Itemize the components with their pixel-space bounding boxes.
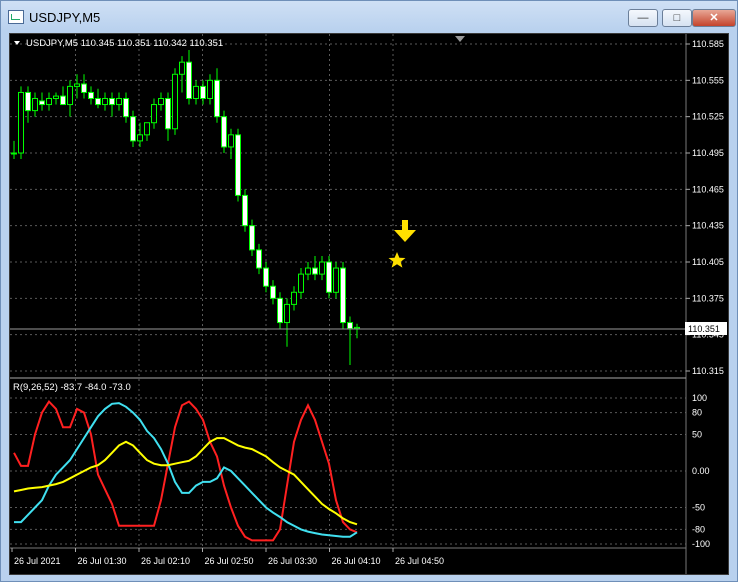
bullish-candle xyxy=(158,98,164,106)
price-tick-label: 110.495 xyxy=(692,148,724,158)
bearish-candle xyxy=(326,261,332,293)
bearish-candle xyxy=(123,98,129,118)
bullish-candle xyxy=(354,326,360,330)
bearish-candle xyxy=(95,98,101,106)
bullish-candle xyxy=(151,104,157,124)
bullish-candle xyxy=(18,91,24,154)
bullish-candle xyxy=(305,267,311,275)
price-tick-label: 110.525 xyxy=(692,112,724,122)
indicator-tick-label: 50 xyxy=(692,430,702,440)
bullish-candle xyxy=(144,122,150,136)
close-button[interactable]: ✕ xyxy=(692,9,736,27)
time-tick-label: 26 Jul 02:10 xyxy=(141,556,190,566)
indicator-tick-label: -80 xyxy=(692,524,705,534)
maximize-button[interactable]: □ xyxy=(662,9,692,27)
price-tick-label: 110.465 xyxy=(692,184,724,194)
time-tick-label: 26 Jul 02:50 xyxy=(205,556,254,566)
bearish-candle xyxy=(270,285,276,299)
current-price-value: 110.351 xyxy=(688,324,720,334)
title-bar[interactable]: USDJPY,M5 — □ ✕ xyxy=(1,1,737,33)
bearish-candle xyxy=(214,79,220,118)
price-tick-label: 110.555 xyxy=(692,75,724,85)
bullish-candle xyxy=(319,261,325,275)
indicator-tick-label: 80 xyxy=(692,408,702,418)
bearish-candle xyxy=(277,297,283,324)
bullish-candle xyxy=(102,98,108,106)
window-title: USDJPY,M5 xyxy=(29,10,101,25)
indicator-panel-label: R(9,26,52) -83.7 -84.0 -73.0 xyxy=(13,382,131,393)
chart-svg[interactable]: 110.585 110.555 110.525 110.495 110.465 110.4… xyxy=(10,34,728,574)
chart-window-icon xyxy=(8,10,24,24)
time-tick-label: 26 Jul 03:30 xyxy=(268,556,317,566)
bearish-candle xyxy=(235,134,241,196)
bearish-candle xyxy=(249,225,255,251)
bearish-candle xyxy=(263,267,269,287)
bearish-candle xyxy=(81,83,87,93)
bullish-candle xyxy=(67,85,73,106)
bullish-candle xyxy=(298,273,304,293)
bearish-candle xyxy=(88,91,94,99)
indicator-tick-label: -100 xyxy=(692,539,710,549)
price-panel-label: USDJPY,M5 110.345 110.351 110.342 110.35… xyxy=(26,38,223,49)
bearish-candle xyxy=(109,98,115,106)
time-tick-label: 26 Jul 01:30 xyxy=(78,556,127,566)
price-tick-label: 110.375 xyxy=(692,293,724,303)
bearish-candle xyxy=(200,85,206,99)
bullish-candle xyxy=(172,73,178,130)
bullish-candle xyxy=(53,95,59,99)
bullish-candle xyxy=(74,83,80,87)
bearish-candle xyxy=(165,98,171,130)
bearish-candle xyxy=(221,116,227,148)
time-tick-label: 26 Jul 04:50 xyxy=(395,556,444,566)
minimize-button[interactable]: — xyxy=(628,9,658,27)
bearish-candle xyxy=(256,249,262,269)
bearish-candle xyxy=(186,61,192,99)
bearish-candle xyxy=(242,194,248,227)
bearish-candle xyxy=(340,267,346,324)
bullish-candle xyxy=(116,98,122,106)
bearish-candle xyxy=(130,116,136,142)
bullish-candle xyxy=(32,98,38,112)
bullish-candle xyxy=(46,98,52,106)
price-tick-label: 110.405 xyxy=(692,257,724,267)
bullish-candle xyxy=(333,267,339,293)
bearish-candle xyxy=(60,95,66,106)
bullish-candle xyxy=(179,61,185,75)
bullish-candle xyxy=(284,303,290,324)
bearish-candle xyxy=(25,91,31,112)
time-tick-label: 26 Jul 2021 xyxy=(14,556,61,566)
bullish-candle xyxy=(291,291,297,305)
price-tick-label: 110.435 xyxy=(692,221,724,231)
bullish-candle xyxy=(137,134,143,142)
indicator-tick-label: 0.00 xyxy=(692,466,710,476)
time-tick-label: 26 Jul 04:10 xyxy=(332,556,381,566)
bearish-candle xyxy=(39,100,45,106)
indicator-tick-label: -50 xyxy=(692,503,705,513)
bullish-candle xyxy=(228,134,234,148)
bullish-candle xyxy=(11,152,17,155)
bullish-candle xyxy=(207,79,213,99)
price-tick-label: 110.585 xyxy=(692,39,724,49)
bullish-candle xyxy=(193,85,199,99)
bearish-candle xyxy=(347,322,353,330)
chart-window: USDJPY,M5 — □ ✕ 110.585 110.555 110.525 110… xyxy=(0,0,738,582)
indicator-tick-label: 100 xyxy=(692,393,707,403)
price-tick-label: 110.315 xyxy=(692,366,724,376)
bearish-candle xyxy=(312,267,318,275)
chart-area[interactable]: 110.585 110.555 110.525 110.495 110.465 110.4… xyxy=(9,33,729,575)
